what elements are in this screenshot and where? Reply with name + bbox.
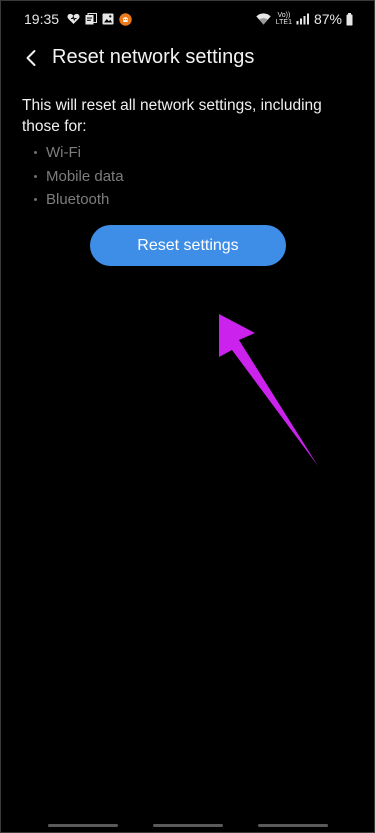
bullet-dot bbox=[34, 151, 37, 155]
affected-settings-list: Wi-Fi Mobile data Bluetooth bbox=[34, 141, 124, 212]
reset-description: This will reset all network settings, in… bbox=[22, 97, 322, 135]
battery-icon bbox=[346, 12, 353, 26]
app-header: Reset network settings bbox=[0, 40, 375, 76]
page-title: Reset network settings bbox=[52, 46, 255, 68]
status-left: 19:35 bbox=[24, 11, 132, 27]
list-item-bluetooth: Bluetooth bbox=[34, 188, 124, 212]
nav-hint-left[interactable] bbox=[48, 824, 118, 827]
bullet-dot bbox=[34, 198, 37, 202]
back-button[interactable] bbox=[18, 44, 44, 72]
volte-label: Vo)) LTE1 bbox=[276, 12, 292, 26]
status-bar: 19:35 Vo)) LTE1 87% bbox=[0, 0, 375, 36]
list-item-wifi: Wi-Fi bbox=[34, 141, 124, 165]
chevron-left-icon bbox=[25, 49, 37, 67]
alarm-card-icon bbox=[85, 13, 98, 25]
status-right: Vo)) LTE1 87% bbox=[256, 11, 353, 27]
navigation-hint-bar bbox=[0, 824, 375, 828]
app-notification-icon bbox=[119, 12, 132, 26]
status-time: 19:35 bbox=[24, 11, 60, 27]
list-item-mobile-data: Mobile data bbox=[34, 165, 124, 189]
list-item-label: Bluetooth bbox=[46, 191, 110, 209]
wifi-icon bbox=[256, 13, 271, 25]
nav-hint-center[interactable] bbox=[153, 824, 223, 827]
volte-label-bottom: LTE1 bbox=[275, 19, 292, 26]
gallery-icon bbox=[102, 13, 114, 25]
battery-percent: 87% bbox=[313, 11, 342, 27]
nav-hint-right[interactable] bbox=[258, 824, 328, 827]
list-item-label: Mobile data bbox=[46, 167, 124, 185]
bullet-dot bbox=[34, 174, 37, 178]
list-item-label: Wi-Fi bbox=[46, 144, 81, 162]
reset-settings-button[interactable]: Reset settings bbox=[90, 225, 286, 266]
heart-icon bbox=[67, 13, 80, 25]
signal-icon bbox=[296, 13, 310, 25]
volte-label-top: Vo)) bbox=[277, 12, 291, 19]
